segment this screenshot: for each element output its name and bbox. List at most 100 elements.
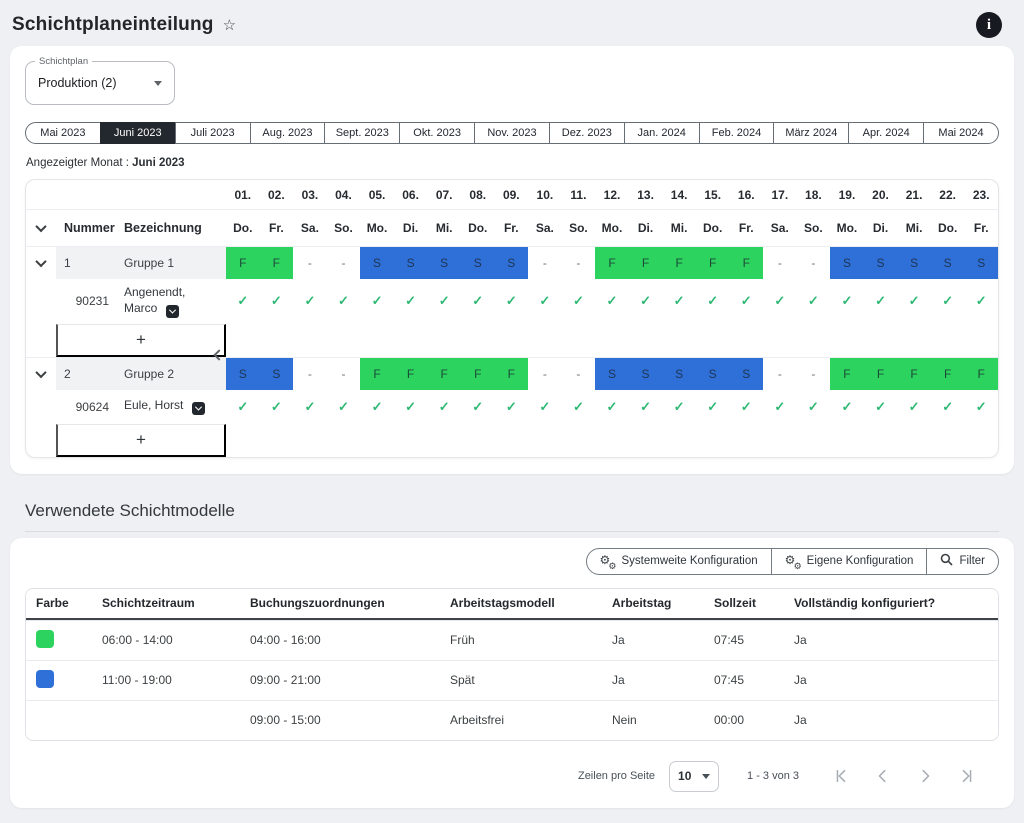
month-tab[interactable]: Feb. 2024: [699, 122, 775, 144]
rows-per-page-select[interactable]: 10: [669, 761, 719, 792]
shift-cell[interactable]: S: [662, 358, 696, 390]
shift-cell[interactable]: F: [360, 358, 394, 390]
confirmation-cell[interactable]: ✓: [897, 390, 931, 424]
shift-cell[interactable]: F: [427, 358, 461, 390]
confirmation-cell[interactable]: ✓: [763, 390, 797, 424]
confirmation-cell[interactable]: ✓: [327, 279, 361, 324]
confirmation-cell[interactable]: ✓: [662, 279, 696, 324]
confirmation-cell[interactable]: ✓: [461, 279, 495, 324]
confirmation-cell[interactable]: ✓: [864, 390, 898, 424]
shift-cell[interactable]: F: [461, 358, 495, 390]
shift-cell[interactable]: F: [931, 358, 965, 390]
shift-cell[interactable]: S: [931, 247, 965, 279]
shift-cell[interactable]: S: [394, 247, 428, 279]
shift-cell[interactable]: S: [595, 358, 629, 390]
confirmation-cell[interactable]: ✓: [495, 279, 529, 324]
confirmation-cell[interactable]: ✓: [763, 279, 797, 324]
next-page-button[interactable]: [911, 768, 939, 784]
confirmation-cell[interactable]: ✓: [729, 390, 763, 424]
collapse-panel-button[interactable]: [209, 343, 229, 367]
shift-cell[interactable]: F: [864, 358, 898, 390]
employee-menu-button[interactable]: [166, 305, 179, 318]
confirmation-cell[interactable]: ✓: [394, 279, 428, 324]
confirmation-cell[interactable]: ✓: [662, 390, 696, 424]
shift-cell[interactable]: F: [226, 247, 260, 279]
confirmation-cell[interactable]: ✓: [595, 390, 629, 424]
shift-cell[interactable]: S: [260, 358, 294, 390]
confirmation-cell[interactable]: ✓: [360, 279, 394, 324]
confirmation-cell[interactable]: ✓: [931, 279, 965, 324]
shift-cell[interactable]: -: [327, 358, 361, 390]
employee-menu-button[interactable]: [192, 402, 205, 415]
shift-cell[interactable]: S: [495, 247, 529, 279]
first-page-button[interactable]: [827, 768, 855, 784]
shift-cell[interactable]: F: [964, 358, 998, 390]
confirmation-cell[interactable]: ✓: [629, 390, 663, 424]
confirmation-cell[interactable]: ✓: [327, 390, 361, 424]
shift-cell[interactable]: S: [360, 247, 394, 279]
shift-cell[interactable]: S: [830, 247, 864, 279]
shift-cell[interactable]: S: [696, 358, 730, 390]
shift-cell[interactable]: -: [528, 247, 562, 279]
confirmation-cell[interactable]: ✓: [562, 390, 596, 424]
filter-button[interactable]: Filter: [926, 548, 999, 575]
confirmation-cell[interactable]: ✓: [595, 279, 629, 324]
month-tab[interactable]: Apr. 2024: [848, 122, 924, 144]
confirmation-cell[interactable]: ✓: [696, 279, 730, 324]
shift-cell[interactable]: F: [595, 247, 629, 279]
shift-cell[interactable]: S: [629, 358, 663, 390]
month-tab[interactable]: Okt. 2023: [399, 122, 475, 144]
shift-cell[interactable]: -: [528, 358, 562, 390]
confirmation-cell[interactable]: ✓: [360, 390, 394, 424]
shift-cell[interactable]: S: [461, 247, 495, 279]
confirmation-cell[interactable]: ✓: [461, 390, 495, 424]
shift-cell[interactable]: S: [864, 247, 898, 279]
shift-cell[interactable]: -: [293, 247, 327, 279]
add-employee-button[interactable]: +: [56, 424, 226, 457]
shift-cell[interactable]: F: [897, 358, 931, 390]
confirmation-cell[interactable]: ✓: [797, 390, 831, 424]
shift-cell[interactable]: F: [495, 358, 529, 390]
info-button[interactable]: i: [976, 12, 1002, 38]
shift-cell[interactable]: F: [696, 247, 730, 279]
favorite-star-icon[interactable]: ☆: [223, 16, 236, 34]
shift-cell[interactable]: S: [964, 247, 998, 279]
confirmation-cell[interactable]: ✓: [495, 390, 529, 424]
shift-cell[interactable]: -: [797, 358, 831, 390]
confirmation-cell[interactable]: ✓: [830, 279, 864, 324]
collapse-all-button[interactable]: [26, 210, 56, 246]
shift-cell[interactable]: F: [629, 247, 663, 279]
confirmation-cell[interactable]: ✓: [427, 279, 461, 324]
month-tab[interactable]: Juli 2023: [175, 122, 251, 144]
previous-page-button[interactable]: [869, 768, 897, 784]
confirmation-cell[interactable]: ✓: [897, 279, 931, 324]
month-tab[interactable]: Sept. 2023: [324, 122, 400, 144]
shift-cell[interactable]: F: [394, 358, 428, 390]
month-tab[interactable]: Nov. 2023: [474, 122, 550, 144]
add-employee-button[interactable]: +: [56, 324, 226, 357]
shift-cell[interactable]: S: [226, 358, 260, 390]
shift-cell[interactable]: S: [729, 358, 763, 390]
shift-cell[interactable]: S: [897, 247, 931, 279]
eigene-konfiguration-button[interactable]: ⚙⚙ Eigene Konfiguration: [771, 548, 928, 575]
confirmation-cell[interactable]: ✓: [696, 390, 730, 424]
shift-cell[interactable]: F: [662, 247, 696, 279]
shift-cell[interactable]: -: [327, 247, 361, 279]
confirmation-cell[interactable]: ✓: [562, 279, 596, 324]
shift-cell[interactable]: S: [427, 247, 461, 279]
confirmation-cell[interactable]: ✓: [528, 279, 562, 324]
confirmation-cell[interactable]: ✓: [260, 390, 294, 424]
confirmation-cell[interactable]: ✓: [964, 279, 998, 324]
last-page-button[interactable]: [953, 768, 981, 784]
month-tab[interactable]: Mai 2024: [923, 122, 999, 144]
confirmation-cell[interactable]: ✓: [293, 390, 327, 424]
shift-cell[interactable]: -: [797, 247, 831, 279]
group-expand-button[interactable]: [26, 358, 56, 390]
shift-cell[interactable]: -: [562, 358, 596, 390]
confirmation-cell[interactable]: ✓: [260, 279, 294, 324]
confirmation-cell[interactable]: ✓: [797, 279, 831, 324]
group-expand-button[interactable]: [26, 247, 56, 279]
confirmation-cell[interactable]: ✓: [629, 279, 663, 324]
shift-cell[interactable]: F: [830, 358, 864, 390]
shift-cell[interactable]: -: [763, 358, 797, 390]
